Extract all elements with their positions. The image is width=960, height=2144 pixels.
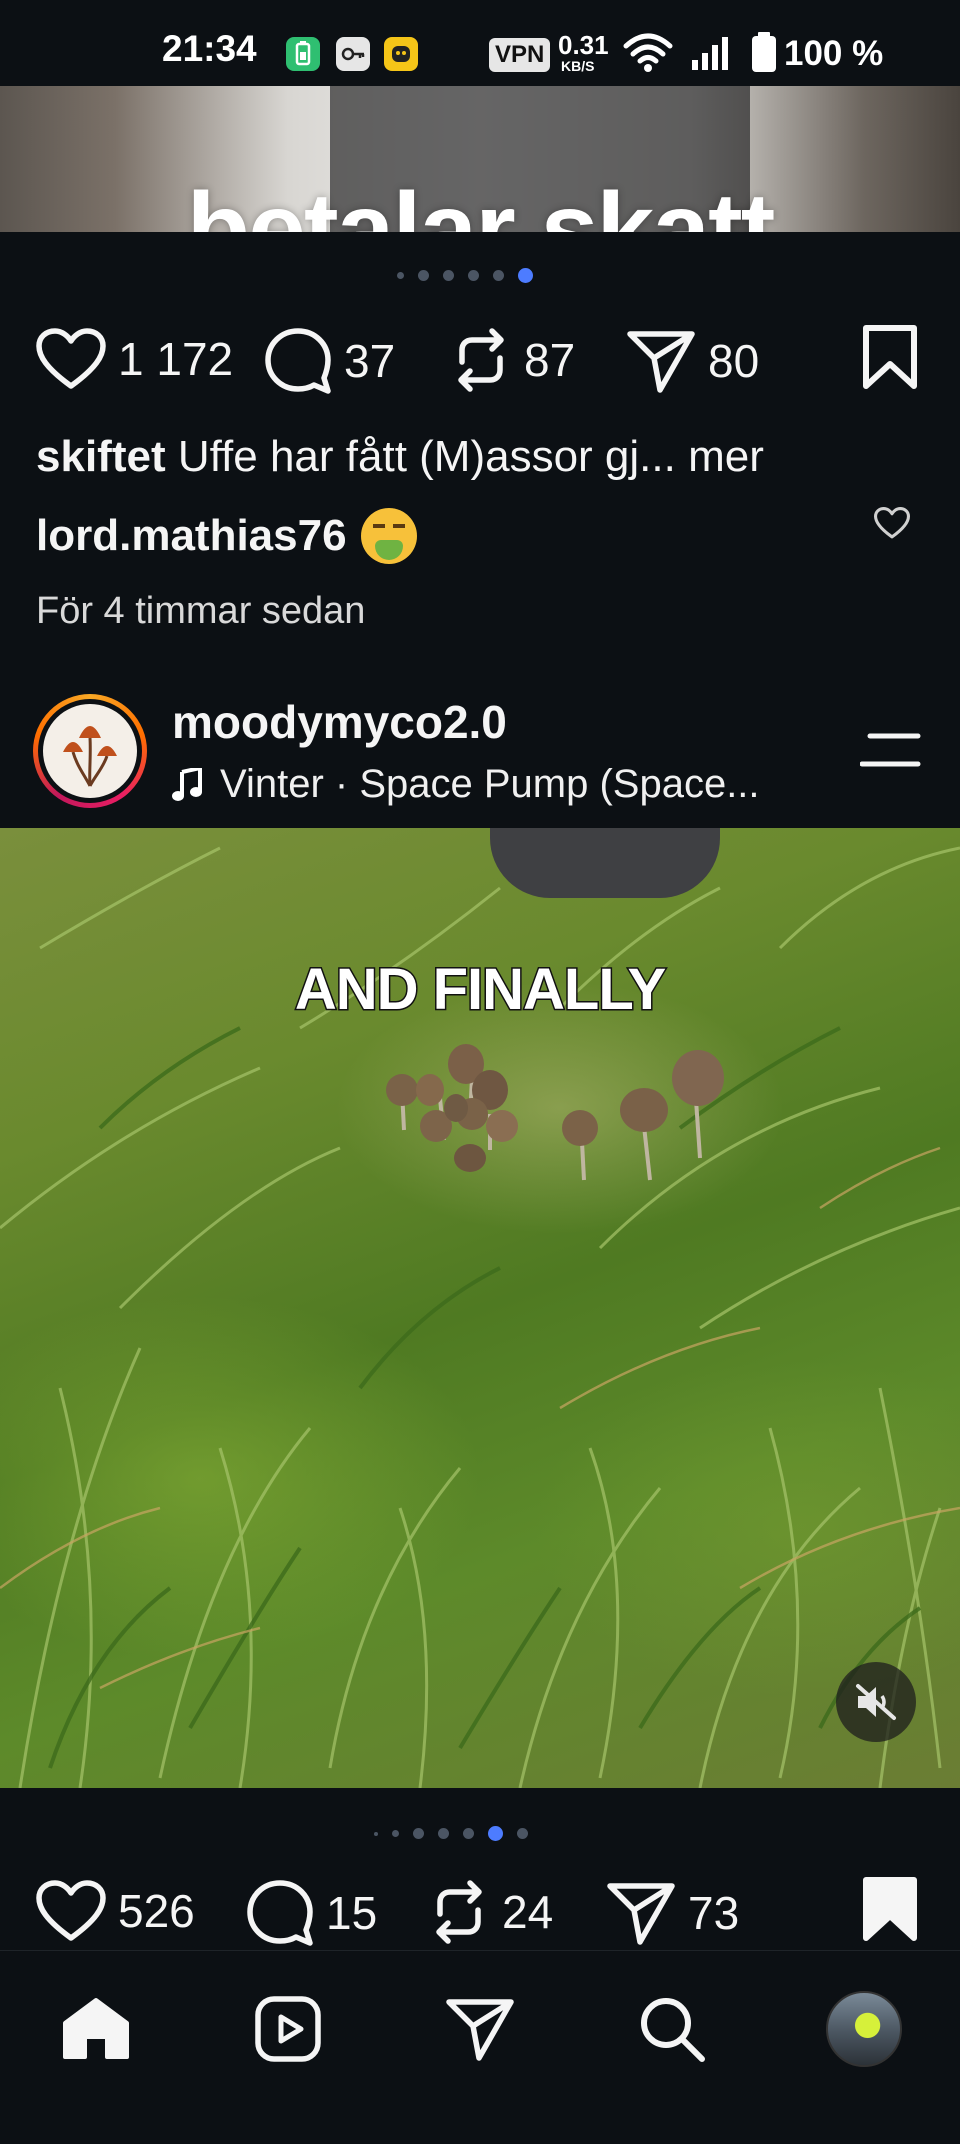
carousel-dot [517, 1828, 528, 1839]
nav-reels[interactable] [248, 1989, 328, 2069]
nav-home[interactable] [56, 1989, 136, 2069]
comment-button[interactable]: 37 [264, 328, 395, 394]
repost-icon [436, 1880, 482, 1944]
repost-button[interactable]: 24 [428, 1880, 553, 1944]
direct-send-icon [607, 1883, 675, 1945]
comment-like-button[interactable] [874, 507, 910, 544]
search-icon [641, 1998, 705, 2062]
save-button[interactable] [860, 1876, 920, 1949]
carousel-dot [392, 1830, 399, 1837]
previous-post-image[interactable]: betalar skatt [0, 86, 960, 232]
carousel-dot [468, 270, 479, 281]
mushroom-cluster [386, 1044, 724, 1181]
carousel-dot-active [488, 1826, 503, 1841]
comment-button[interactable]: 15 [246, 1880, 377, 1946]
share-button[interactable]: 73 [606, 1880, 739, 1946]
like-button[interactable]: 526 [36, 1880, 195, 1942]
carousel-dot [443, 270, 454, 281]
heart-icon [36, 328, 106, 389]
caption-username[interactable]: skiftet [36, 432, 166, 481]
nav-profile[interactable] [824, 1989, 904, 2069]
reels-icon [255, 1996, 321, 2062]
comment-icon [265, 328, 331, 394]
like-button[interactable]: 1 172 [36, 328, 233, 390]
carousel-dot [438, 1828, 449, 1839]
previous-post-carousel-indicator [397, 268, 533, 283]
menu-icon [859, 733, 921, 767]
mute-toggle-button[interactable] [836, 1662, 916, 1742]
post-media[interactable]: AND FINALLY [0, 828, 960, 1788]
heart-icon [874, 507, 910, 539]
post-timestamp: För 4 timmar sedan [36, 590, 366, 632]
carousel-dot [413, 1828, 424, 1839]
vpn-badge: VPN [489, 38, 551, 72]
heart-icon [36, 1880, 106, 1941]
share-count: 80 [708, 335, 760, 387]
battery-icon [750, 32, 778, 79]
repost-icon [458, 328, 504, 392]
network-speed-unit: KB/S [561, 58, 595, 74]
profile-avatar [826, 1991, 902, 2067]
home-icon [63, 1998, 129, 2059]
carousel-dot [397, 272, 404, 279]
comment-count: 15 [326, 1887, 378, 1939]
carousel-dot [374, 1831, 378, 1836]
battery-percent: 100 % [784, 34, 884, 73]
previous-post-caption: skiftet Uffe har fått (M)assor gj... mer [36, 432, 764, 482]
carousel-dot-active [518, 268, 533, 283]
post-audio-link[interactable]: Vinter · Space Pump (Space... [172, 762, 760, 807]
post-actions: 526 15 24 73 [0, 1874, 960, 1954]
preview-comment[interactable]: lord.mathias76 [36, 508, 417, 564]
bookmark-filled-icon [863, 1877, 917, 1941]
key-icon [336, 37, 370, 71]
bookmark-icon [863, 325, 917, 389]
status-bar: 21:34 VPN 0.31 KB/S 100 % [0, 0, 960, 86]
battery-saver-icon [286, 37, 320, 71]
post-carousel-indicator [374, 1826, 528, 1841]
repost-count: 24 [502, 1886, 554, 1938]
app-notification-icon [384, 37, 418, 71]
like-count: 1 172 [118, 333, 234, 385]
music-note-icon [172, 767, 202, 801]
user-avatar[interactable] [33, 694, 147, 808]
mushroom-logo-icon [63, 726, 117, 787]
comment-username[interactable]: lord.mathias76 [36, 511, 347, 561]
music-track: Vinter · Space Pump (Space... [220, 762, 760, 806]
share-button[interactable]: 80 [626, 328, 759, 394]
signal-icon [690, 34, 732, 77]
previous-post-actions: 1 172 37 87 80 [0, 322, 960, 402]
previous-post-image-caption: betalar skatt [186, 172, 776, 232]
nav-search[interactable] [632, 1989, 712, 2069]
comment-count: 37 [344, 335, 396, 387]
network-speed-value: 0.31 [558, 30, 609, 60]
carousel-dot [493, 270, 504, 281]
repost-button[interactable]: 87 [450, 328, 575, 392]
save-button[interactable] [860, 324, 920, 397]
share-count: 73 [688, 1887, 740, 1939]
face-vomiting-emoji [360, 508, 417, 564]
repost-count: 87 [524, 334, 576, 386]
media-overlay-caption: AND FINALLY [293, 956, 667, 1024]
post-options-button[interactable] [859, 730, 922, 775]
direct-send-icon [627, 331, 695, 393]
carousel-dot [463, 1828, 474, 1839]
direct-send-icon [446, 1999, 514, 2061]
caption-text: Uffe har fått (M)assor gj... [177, 432, 676, 481]
nav-messages[interactable] [440, 1989, 520, 2069]
bottom-navigation [0, 1950, 960, 2144]
carousel-dot [418, 270, 429, 281]
post-username[interactable]: moodymyco2.0 [172, 695, 507, 749]
caption-more-link[interactable]: mer [688, 432, 764, 481]
like-count: 526 [118, 1885, 195, 1937]
wifi-icon [622, 30, 674, 79]
status-time: 21:34 [162, 28, 257, 69]
comment-icon [247, 1880, 313, 1946]
speaker-muted-icon [856, 1684, 896, 1720]
